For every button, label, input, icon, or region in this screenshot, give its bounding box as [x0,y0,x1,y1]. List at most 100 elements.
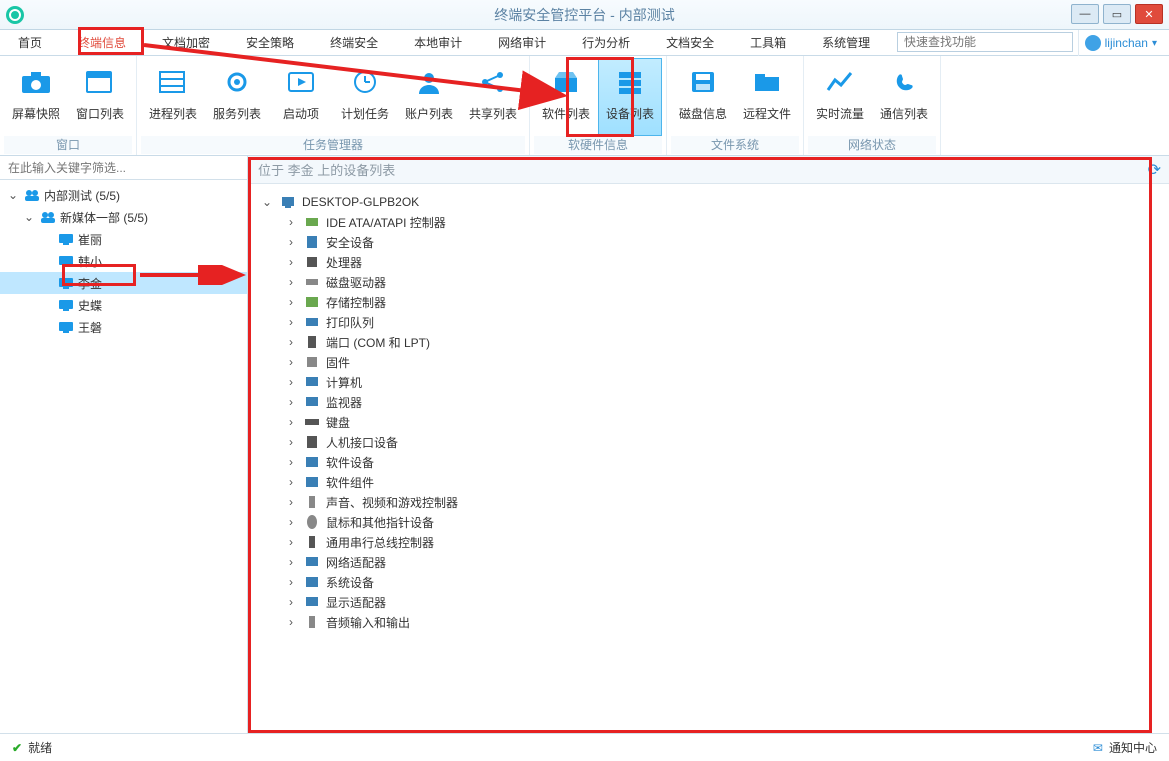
device-item-10[interactable]: ›键盘 [260,412,1157,432]
group-icon [24,187,40,203]
ribbon-btn-label: 实时流量 [816,105,864,122]
device-icon [304,334,320,350]
device-icon [304,474,320,490]
user-menu[interactable]: lijinchan ▾ [1078,30,1163,56]
device-icon [304,594,320,610]
search-input[interactable] [897,32,1073,52]
device-icon [304,314,320,330]
minimize-button[interactable]: — [1071,4,1099,24]
device-item-17[interactable]: ›网络适配器 [260,552,1157,572]
tree-root[interactable]: ⌄内部测试 (5/5) [0,184,247,206]
device-item-7[interactable]: ›固件 [260,352,1157,372]
ribbon-btn-gear[interactable]: 服务列表 [205,58,269,136]
ribbon-btn-play[interactable]: 启动项 [269,58,333,136]
tree-filter-input[interactable] [0,156,247,180]
terminal-icon [58,253,74,269]
phone-icon [886,65,922,99]
menu-5[interactable]: 本地审计 [396,30,480,55]
device-item-20[interactable]: ›音频输入和输出 [260,612,1157,632]
main-header: 位于 李金 上的设备列表 ⟳ [248,156,1169,184]
ribbon-btn-share[interactable]: 共享列表 [461,58,525,136]
window-title: 终端安全管控平台 - 内部测试 [494,5,674,25]
device-item-19[interactable]: ›显示适配器 [260,592,1157,612]
chevron-down-icon: ▾ [1152,38,1157,49]
device-icon [304,454,320,470]
menu-4[interactable]: 终端安全 [312,30,396,55]
ribbon-group-0: 屏幕快照窗口列表窗口 [0,56,137,155]
tree-user-0[interactable]: 崔丽 [0,228,247,250]
device-item-6[interactable]: ›端口 (COM 和 LPT) [260,332,1157,352]
menu-6[interactable]: 网络审计 [480,30,564,55]
menu-10[interactable]: 系统管理 [804,30,888,55]
tree-user-1[interactable]: 韩小 [0,250,247,272]
device-item-11[interactable]: ›人机接口设备 [260,432,1157,452]
tree-user-3[interactable]: 史蝶 [0,294,247,316]
menu-3[interactable]: 安全策略 [228,30,312,55]
ribbon-btn-phone[interactable]: 通信列表 [872,58,936,136]
menu-1[interactable]: 终端信息 [60,30,144,55]
main-panel: 位于 李金 上的设备列表 ⟳ ⌄DESKTOP-GLPB2OK›IDE ATA/… [248,156,1169,733]
device-item-5[interactable]: ›打印队列 [260,312,1157,332]
device-item-16[interactable]: ›通用串行总线控制器 [260,532,1157,552]
device-item-0[interactable]: ›IDE ATA/ATAPI 控制器 [260,212,1157,232]
menu-0[interactable]: 首页 [0,30,60,55]
ribbon-group-label: 文件系统 [671,136,799,154]
ribbon-btn-label: 设备列表 [606,105,654,122]
tree-user-4[interactable]: 王磐 [0,316,247,338]
device-item-2[interactable]: ›处理器 [260,252,1157,272]
device-item-1[interactable]: ›安全设备 [260,232,1157,252]
menu-2[interactable]: 文档加密 [144,30,228,55]
device-item-13[interactable]: ›软件组件 [260,472,1157,492]
menu-8[interactable]: 文档安全 [648,30,732,55]
tree-group[interactable]: ⌄新媒体一部 (5/5) [0,206,247,228]
device-icon [304,414,320,430]
ribbon-btn-label: 屏幕快照 [12,105,60,122]
ribbon-group-label: 任务管理器 [141,136,525,154]
refresh-icon[interactable]: ⟳ [1148,160,1161,180]
tree-user-2[interactable]: 李金 [0,272,247,294]
search-box[interactable] [897,32,1073,52]
ribbon-btn-windows[interactable]: 窗口列表 [68,58,132,136]
ribbon-btn-save[interactable]: 磁盘信息 [671,58,735,136]
ribbon-btn-label: 软件列表 [542,105,590,122]
ribbon-btn-camera[interactable]: 屏幕快照 [4,58,68,136]
ribbon-btn-folder[interactable]: 远程文件 [735,58,799,136]
menu-9[interactable]: 工具箱 [732,30,804,55]
windows-icon [82,65,118,99]
ribbon-btn-label: 进程列表 [149,105,197,122]
processes-icon [155,65,191,99]
device-root[interactable]: ⌄DESKTOP-GLPB2OK [260,192,1157,212]
ribbon-btn-device[interactable]: 设备列表 [598,58,662,136]
device-item-14[interactable]: ›声音、视频和游戏控制器 [260,492,1157,512]
device-item-12[interactable]: ›软件设备 [260,452,1157,472]
device-icon [612,65,648,99]
status-text: 就绪 [28,739,52,756]
device-item-4[interactable]: ›存储控制器 [260,292,1157,312]
ribbon-group-4: 实时流量通信列表网络状态 [804,56,941,155]
menu-7[interactable]: 行为分析 [564,30,648,55]
device-item-15[interactable]: ›鼠标和其他指针设备 [260,512,1157,532]
ribbon-btn-user[interactable]: 账户列表 [397,58,461,136]
close-button[interactable]: ✕ [1135,4,1163,24]
terminal-icon [58,275,74,291]
terminal-icon [58,297,74,313]
group-icon [40,209,56,225]
ribbon-btn-shop[interactable]: 软件列表 [534,58,598,136]
ribbon-btn-processes[interactable]: 进程列表 [141,58,205,136]
maximize-button[interactable]: ▭ [1103,4,1131,24]
device-icon [304,514,320,530]
ribbon-btn-schedule[interactable]: 计划任务 [333,58,397,136]
status-bar: ✔ 就绪 ✉ 通知中心 [0,733,1169,761]
notify-center[interactable]: ✉ 通知中心 [1093,739,1157,756]
app-icon [6,6,24,24]
org-tree: ⌄内部测试 (5/5)⌄新媒体一部 (5/5)崔丽韩小李金史蝶王磐 [0,180,247,733]
device-item-3[interactable]: ›磁盘驱动器 [260,272,1157,292]
device-item-9[interactable]: ›监视器 [260,392,1157,412]
ribbon-btn-chart[interactable]: 实时流量 [808,58,872,136]
device-icon [304,374,320,390]
device-item-18[interactable]: ›系统设备 [260,572,1157,592]
device-icon [304,294,320,310]
ribbon-btn-label: 计划任务 [341,105,389,122]
device-icon [304,574,320,590]
device-item-8[interactable]: ›计算机 [260,372,1157,392]
